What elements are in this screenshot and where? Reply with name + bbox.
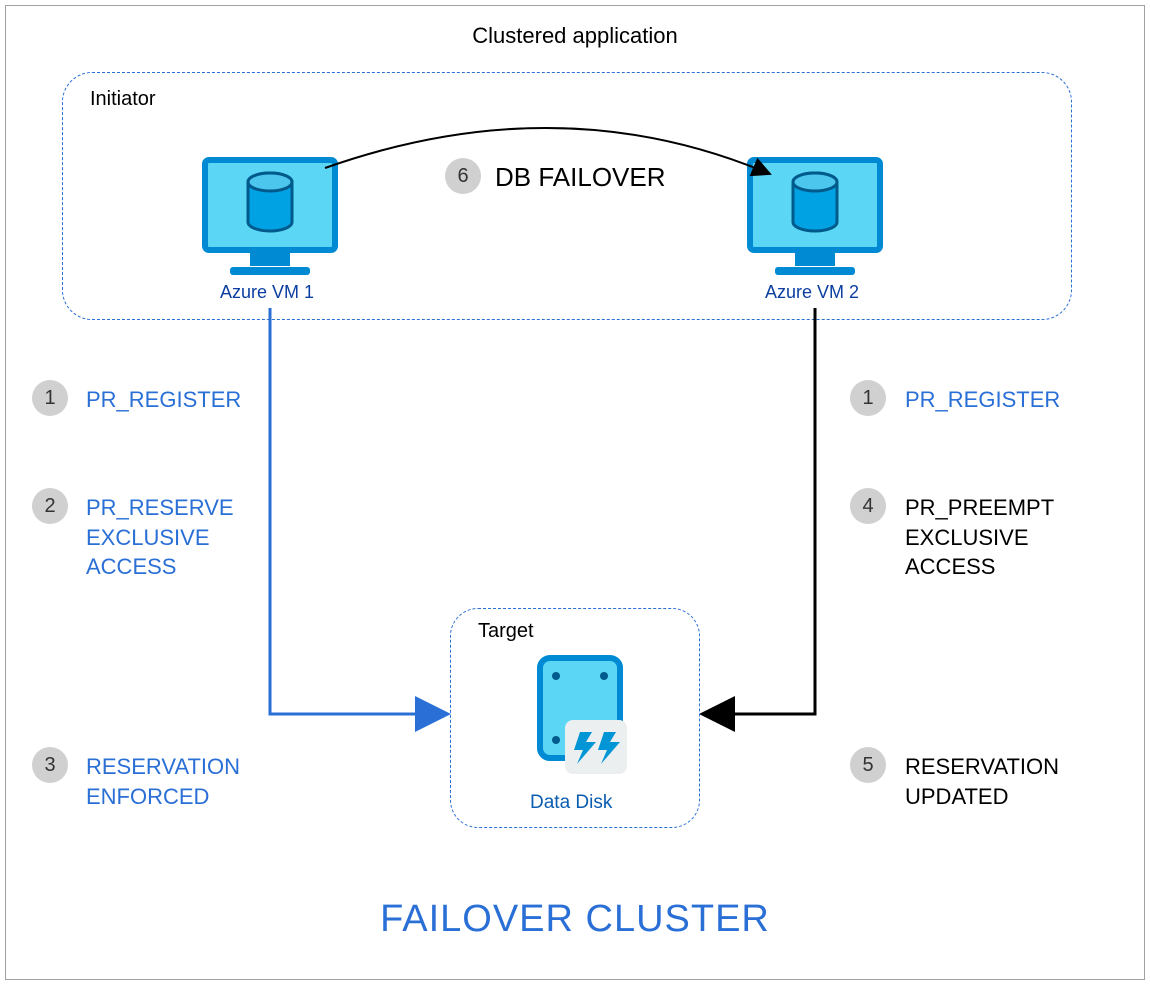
step-text-left-2: PR_RESERVE EXCLUSIVE ACCESS	[86, 493, 234, 582]
step-text-right-2: PR_PREEMPT EXCLUSIVE ACCESS	[905, 493, 1054, 582]
step-text-right-1: PR_REGISTER	[905, 385, 1060, 415]
step-text-left-1: PR_REGISTER	[86, 385, 241, 415]
step-number: 1	[862, 387, 873, 410]
step-badge-right-2: 4	[850, 488, 886, 524]
target-label: Target	[478, 620, 534, 643]
step-badge-left-2: 2	[32, 488, 68, 524]
step-badge-left-3: 3	[32, 747, 68, 783]
step-text-right-3: RESERVATION UPDATED	[905, 752, 1059, 811]
step-number: 1	[44, 387, 55, 410]
step-number: 3	[44, 754, 55, 777]
step-text-left-3: RESERVATION ENFORCED	[86, 752, 240, 811]
step-badge-right-1: 1	[850, 380, 886, 416]
step-badge-right-3: 5	[850, 747, 886, 783]
datadisk-icon	[520, 650, 640, 790]
step-number: 2	[44, 495, 55, 518]
datadisk-label: Data Disk	[530, 792, 612, 814]
step-number: 5	[862, 754, 873, 777]
footer-title: FAILOVER CLUSTER	[0, 898, 1150, 941]
step-badge-left-1: 1	[32, 380, 68, 416]
diagram-canvas: Clustered application Initiator Azure VM…	[0, 0, 1150, 985]
step-number: 4	[862, 495, 873, 518]
